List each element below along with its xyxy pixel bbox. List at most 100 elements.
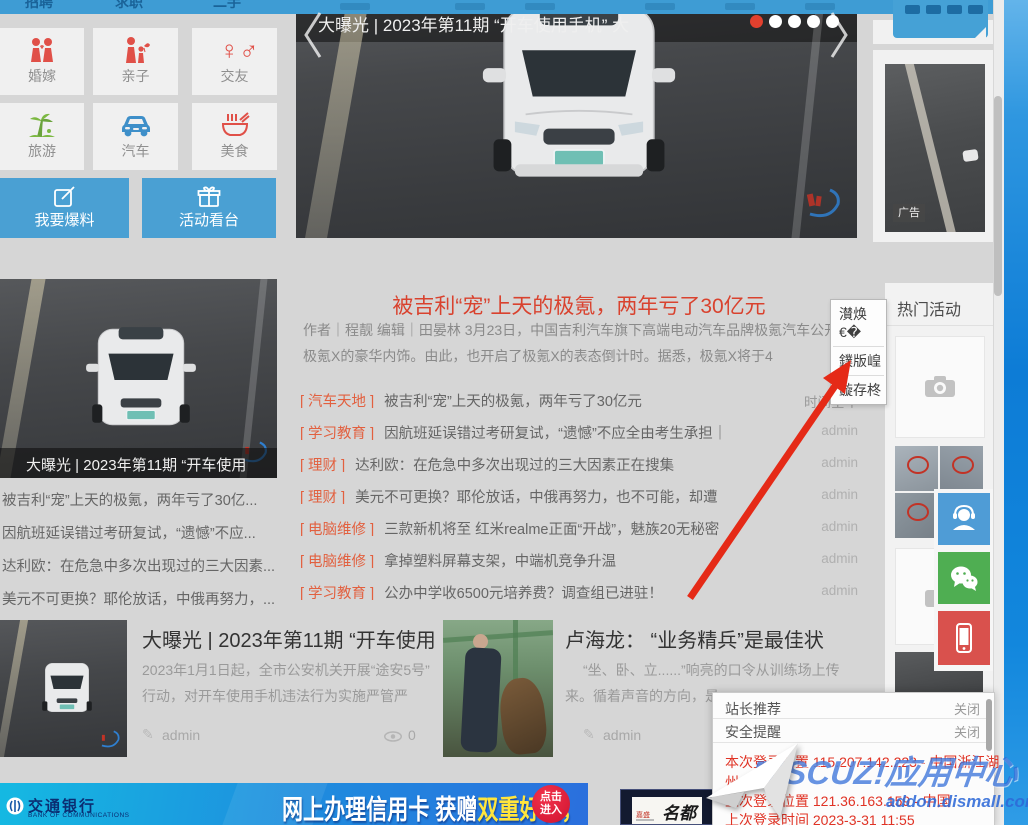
article-excerpt: 2023年1月1日起，全市公安机关开展“途安5号” (142, 660, 438, 678)
carousel-caption[interactable]: 大曝光 | 2023年第11期 “开车使用手机” 大 (318, 11, 629, 36)
bank-subtitle: BANK OF COMMUNICATIONS (28, 812, 130, 819)
nav-item-clipped[interactable] (455, 3, 485, 10)
panel-scrollbar[interactable] (986, 699, 992, 751)
report-news-button[interactable]: 我要爆料 (0, 178, 129, 238)
news-category[interactable]: [ 电脑维修 ] (300, 554, 374, 568)
news-row[interactable]: [ 电脑维修 ]拿掉塑料屏幕支架，中端机竞争升温admin (300, 550, 858, 568)
photo-cell (940, 446, 983, 491)
activity-stage-button[interactable]: 活动看台 (142, 178, 276, 238)
news-category[interactable]: [ 理财 ] (300, 490, 345, 504)
headline-link[interactable]: 因航班延误错过考研复试，“遗憾”不应... (2, 522, 286, 540)
car-shape (962, 149, 978, 162)
article-author[interactable]: admin (162, 727, 200, 743)
headline-link[interactable]: 美元不可更换？耶伦放话，中俄再努力，... (2, 588, 286, 606)
headset-icon (949, 504, 979, 534)
nav-item[interactable]: 招聘 (25, 0, 53, 12)
news-title[interactable]: 达利欧：在危急中多次出现过的三大因素正在搜集 (355, 458, 674, 472)
photo-logo-swirl (800, 186, 844, 220)
carousel-dot-active[interactable] (750, 15, 763, 28)
news-category[interactable]: [ 学习教育 ] (300, 426, 374, 440)
news-row[interactable]: [ 理财 ] 达利欧：在危急中多次出现过的三大因素正在搜集 admin (300, 454, 858, 472)
wechat-button[interactable] (938, 552, 990, 604)
category-food[interactable]: 美食 (192, 103, 277, 170)
article-title[interactable]: 卢海龙： “业务精兵”是最佳状 (565, 624, 845, 650)
close-link[interactable]: 关闭 (954, 699, 980, 718)
article-title[interactable]: 大曝光 | 2023年第11期 “开车使用 (142, 624, 434, 650)
category-parenting[interactable]: 亲子 (93, 28, 178, 95)
carousel-dot[interactable] (788, 15, 801, 28)
fold-decoration (975, 27, 986, 38)
login-location-last: 上次登录位置 121.36.163.159 - 中国 (725, 791, 951, 811)
news-title[interactable]: 因航班延误错过考研复试，“遗憾”不应全由考生承担｜ (384, 426, 727, 440)
nav-item-clipped[interactable] (525, 3, 555, 10)
news-category[interactable]: [ 电脑维修 ] (300, 522, 374, 536)
news-row[interactable]: [ 理财 ]美元不可更换？耶伦放话，中俄再努力，也不可能，却遭admin (300, 486, 858, 504)
article-thumbnail[interactable] (443, 620, 553, 757)
news-category[interactable]: [ 理财 ] (300, 458, 345, 472)
clipped-text (905, 5, 920, 14)
car-photo (36, 644, 98, 732)
gender-icon: ♀♂ (220, 36, 250, 64)
nav-item[interactable]: 二手 (213, 0, 241, 12)
featured-article-title[interactable]: 被吉利“宠”上天的极氪，两年亏了30亿元 (300, 290, 858, 316)
context-menu-item[interactable]: 鏇存柊 (831, 376, 886, 404)
featured-article-body: 作者｜程靓 编辑｜田晏林 3月23日，中国吉利汽车旗下高端电动汽车品牌极氪汽车公… (303, 320, 843, 338)
context-menu: 濽焕€� 鏷版崲 鏇存柊 (830, 299, 887, 405)
context-menu-item[interactable]: 鏷版崲 (831, 347, 886, 375)
nav-item-clipped[interactable] (725, 3, 755, 10)
news-meta: admin (821, 455, 858, 470)
food-bowl-icon (220, 111, 250, 139)
carousel-dot[interactable] (807, 15, 820, 28)
news-row[interactable]: [ 电脑维修 ]三款新机将至 红米realme正面“开战”，魅族20无秘密adm… (300, 518, 858, 536)
news-title[interactable]: 拿掉塑料屏幕支架，中端机竞争升温 (384, 554, 616, 568)
article-views: 0 (408, 727, 416, 743)
category-travel[interactable]: 旅游 (0, 103, 84, 170)
category-wedding[interactable]: 婚嫁 (0, 28, 84, 95)
category-label: 美食 (221, 143, 249, 159)
featured-photo[interactable]: 大曝光 | 2023年第11期 “开车使用 (0, 279, 277, 478)
mingdu-ad[interactable]: 名都 嘉盛 (620, 789, 713, 825)
car-icon (121, 111, 151, 139)
nav-item[interactable]: 求职 (115, 0, 143, 12)
clipped-text (968, 5, 983, 14)
nav-item-clipped[interactable] (645, 3, 675, 10)
banner-cta-button[interactable]: 点击进入 (532, 785, 570, 823)
article-author[interactable]: admin (603, 727, 641, 743)
car-photo (80, 307, 202, 449)
scrollbar-thumb[interactable] (994, 96, 1002, 296)
image-placeholder[interactable] (895, 336, 985, 438)
couple-icon (27, 36, 57, 64)
carousel-prev-arrow[interactable] (300, 8, 326, 62)
category-dating[interactable]: ♀♂ 交友 (192, 28, 277, 95)
news-title[interactable]: 三款新机将至 红米realme正面“开战”，魅族20无秘密 (384, 522, 719, 536)
nav-item-clipped[interactable] (340, 3, 370, 10)
headline-link[interactable]: 达利欧：在危急中多次出现过的三大因素... (2, 555, 286, 573)
news-title[interactable]: 美元不可更换？耶伦放话，中俄再努力，也不可能，却遭 (355, 490, 718, 504)
featured-caption[interactable]: 大曝光 | 2023年第11期 “开车使用 (26, 454, 246, 475)
mobile-button[interactable] (938, 611, 990, 665)
news-row[interactable]: [ 学习教育 ] 公办中学收6500元培养费？调查组已进驻！ admin (300, 582, 858, 600)
article-excerpt: 行动，对开车使用手机违法行为实施严管严 (142, 686, 438, 704)
gift-icon (197, 186, 221, 208)
article-thumbnail[interactable] (0, 620, 127, 757)
close-link[interactable]: 关闭 (954, 722, 980, 741)
category-cars[interactable]: 汽车 (93, 103, 178, 170)
customer-service-button[interactable] (938, 493, 990, 545)
news-category[interactable]: [ 学习教育 ] (300, 586, 374, 600)
news-row[interactable]: [ 学习教育 ]因航班延误错过考研复试，“遗憾”不应全由考生承担｜admin (300, 422, 858, 440)
carousel-next-arrow[interactable] (826, 8, 852, 62)
headline-link[interactable]: 被吉利“宠”上天的极氪，两年亏了30亿... (2, 489, 286, 507)
news-meta: admin (821, 583, 858, 598)
carousel-dot[interactable] (769, 15, 782, 28)
top-corner-button[interactable] (893, 0, 988, 38)
news-title[interactable]: 公办中学收6500元培养费？调查组已进驻！ (384, 586, 663, 600)
news-title[interactable]: 被吉利“宠”上天的极氪，两年亏了30亿元 (384, 394, 642, 408)
news-row[interactable]: [ 汽车天地 ]被吉利“宠”上天的极氪，两年亏了30亿元时间全年 (300, 390, 858, 408)
views-eye-icon (384, 731, 402, 742)
context-menu-item[interactable]: 濽焕€� (831, 300, 886, 346)
bank-banner-ad[interactable]: 交通银行 BANK OF COMMUNICATIONS 网上办理信用卡 获赠双重… (0, 783, 588, 825)
carousel[interactable]: 大曝光 | 2023年第11期 “开车使用手机” 大 (296, 0, 857, 238)
news-category[interactable]: [ 汽车天地 ] (300, 394, 374, 408)
divider (713, 718, 992, 719)
wechat-icon (949, 563, 979, 593)
